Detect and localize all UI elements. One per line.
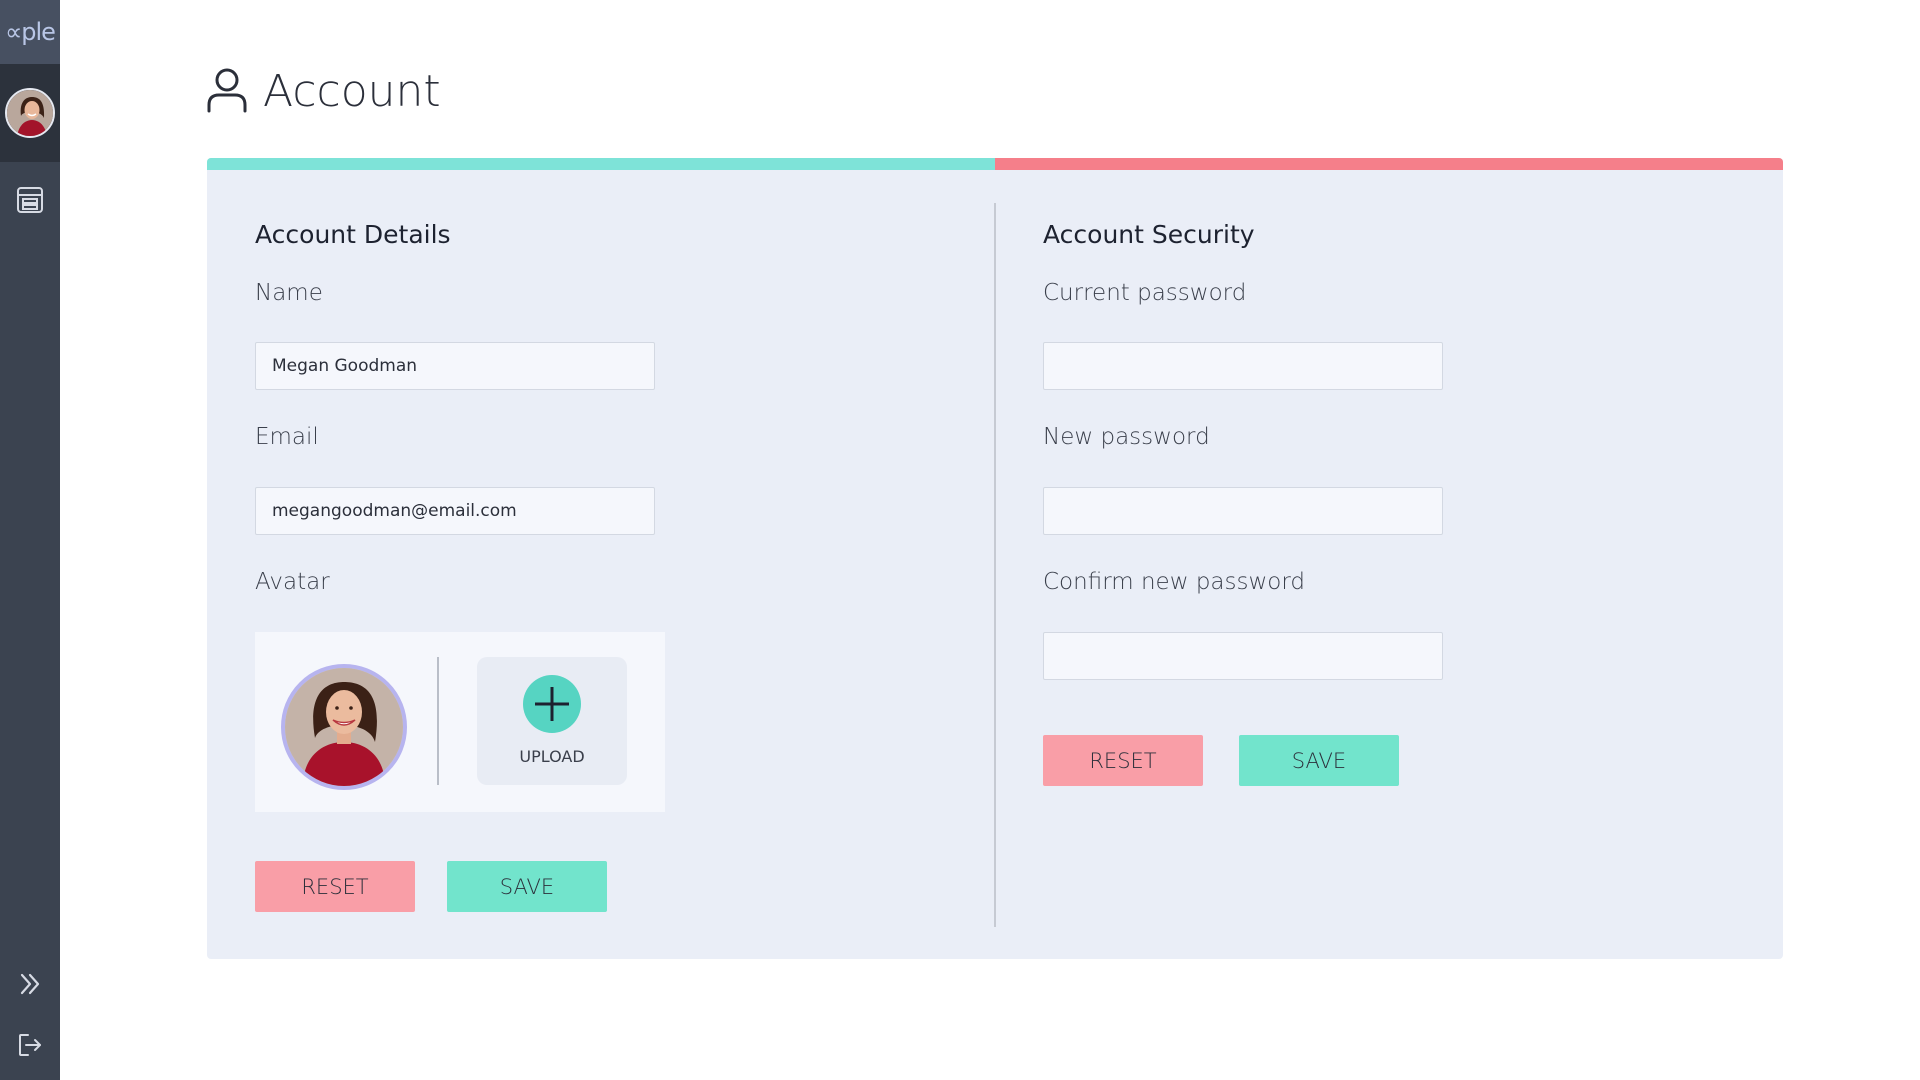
details-accent-bar: [207, 158, 995, 170]
account-details-title: Account Details: [255, 220, 451, 249]
sidebar-user-avatar[interactable]: [0, 64, 60, 162]
avatar-box: UPLOAD: [255, 632, 665, 812]
new-password-label: New password: [1043, 424, 1210, 450]
double-chevron-right-icon[interactable]: [0, 964, 60, 1004]
upload-avatar-button[interactable]: UPLOAD: [477, 657, 627, 785]
confirm-password-label: Confirm new password: [1043, 569, 1306, 595]
details-save-button[interactable]: SAVE: [447, 861, 607, 912]
current-password-field[interactable]: [1043, 342, 1443, 390]
security-reset-button[interactable]: RESET: [1043, 735, 1203, 786]
page-header: Account: [205, 66, 441, 117]
document-list-icon[interactable]: [0, 180, 60, 220]
avatar-preview: [281, 664, 407, 790]
name-label: Name: [255, 280, 323, 306]
app-logo[interactable]: ∝ple: [0, 0, 60, 64]
avatar-label: Avatar: [255, 569, 330, 595]
security-save-button[interactable]: SAVE: [1239, 735, 1399, 786]
avatar-separator: [437, 657, 439, 785]
new-password-field[interactable]: [1043, 487, 1443, 535]
current-password-label: Current password: [1043, 280, 1247, 306]
account-security-title: Account Security: [1043, 220, 1255, 249]
account-card: Account Details Name Email Avatar: [207, 158, 1783, 959]
section-divider: [994, 203, 996, 927]
user-icon: [205, 67, 249, 117]
security-accent-bar: [995, 158, 1783, 170]
name-field[interactable]: [255, 342, 655, 390]
confirm-password-field[interactable]: [1043, 632, 1443, 680]
upload-label: UPLOAD: [519, 747, 585, 766]
details-reset-button[interactable]: RESET: [255, 861, 415, 912]
email-label: Email: [255, 424, 319, 450]
email-field[interactable]: [255, 487, 655, 535]
sidebar: ∝ple: [0, 0, 60, 1080]
page-title: Account: [263, 66, 441, 117]
logout-icon[interactable]: [0, 1025, 60, 1065]
plus-icon: [523, 675, 581, 733]
avatar: [5, 88, 55, 138]
